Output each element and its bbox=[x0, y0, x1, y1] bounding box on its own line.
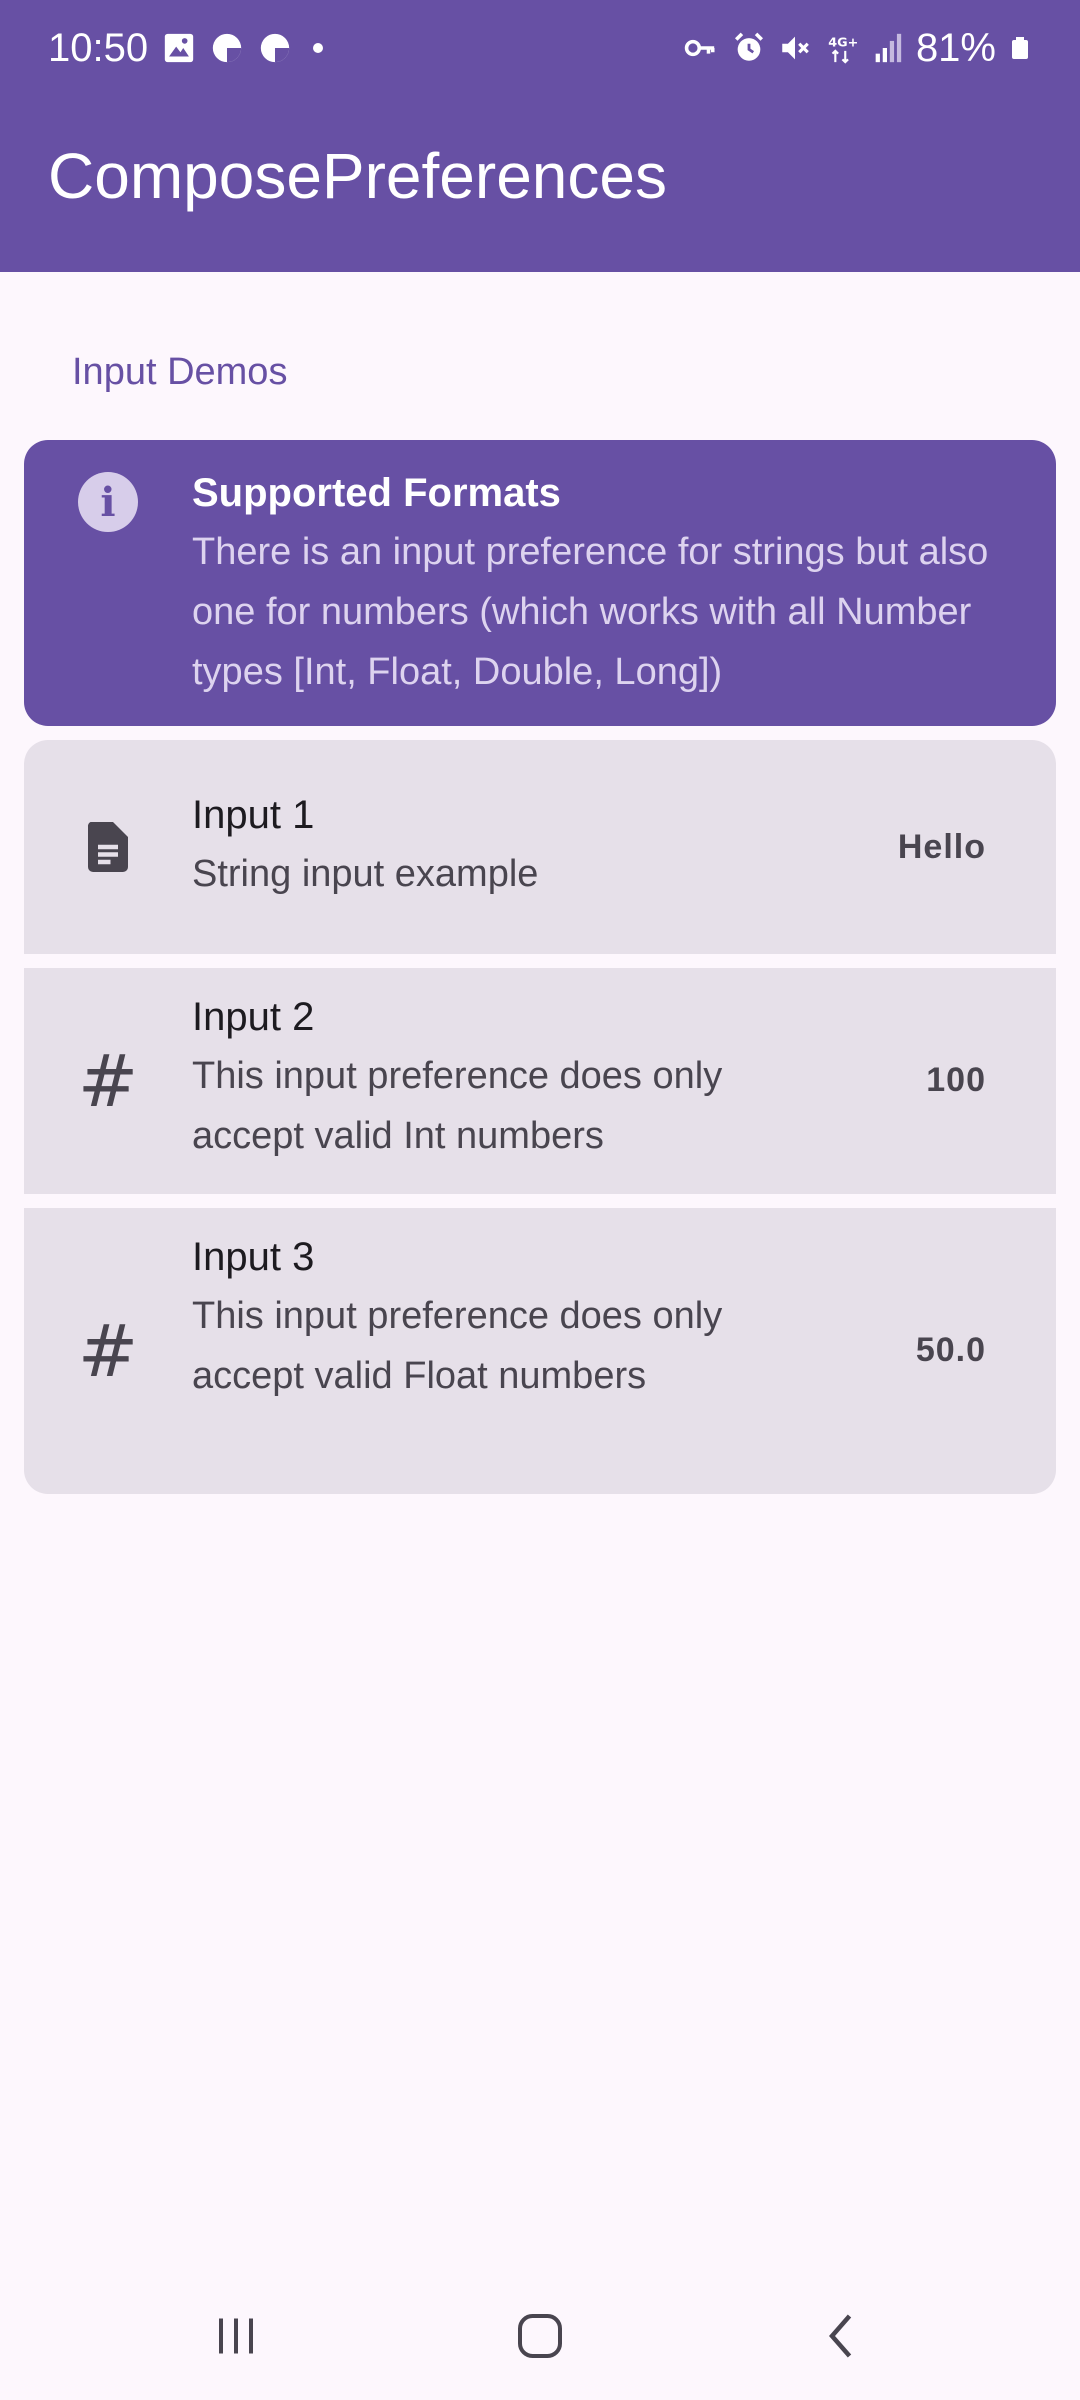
home-icon bbox=[518, 2314, 562, 2358]
preference-input-1[interactable]: Input 1 String input example Hello bbox=[24, 740, 1056, 954]
top-app-bar: ComposePreferences bbox=[0, 96, 1080, 272]
preference-title: Input 3 bbox=[192, 1235, 315, 1279]
mute-icon bbox=[782, 36, 809, 60]
svg-text:4G+: 4G+ bbox=[828, 36, 858, 51]
preference-input-2[interactable]: # Input 2 This input preference does onl… bbox=[24, 968, 1056, 1194]
info-card-title: Supported Formats bbox=[192, 471, 561, 515]
preference-value: 50.0 bbox=[915, 1331, 986, 1369]
pie-app-icon bbox=[212, 33, 242, 63]
vpn-key-icon bbox=[684, 39, 715, 57]
preference-value: 100 bbox=[926, 1061, 986, 1099]
home-button[interactable] bbox=[480, 2296, 600, 2376]
battery-percentage: 81% bbox=[915, 26, 996, 70]
status-time: 10:50 bbox=[48, 26, 149, 70]
info-icon: i bbox=[78, 472, 138, 532]
recents-icon bbox=[219, 2318, 253, 2354]
status-left-icons bbox=[162, 30, 330, 66]
preference-value: Hello bbox=[897, 828, 986, 866]
preference-summary: String input example bbox=[192, 853, 539, 895]
back-icon bbox=[829, 2314, 852, 2358]
preference-title: Input 2 bbox=[192, 995, 315, 1039]
pie-app-icon bbox=[260, 33, 290, 63]
signal-icon bbox=[875, 33, 902, 63]
info-card-text: There is an input preference for strings… bbox=[192, 531, 989, 693]
document-icon bbox=[78, 817, 138, 877]
dot-icon bbox=[313, 43, 323, 53]
recents-button[interactable] bbox=[176, 2296, 296, 2376]
battery-icon bbox=[1012, 37, 1028, 59]
network-4g-icon: 4G+ bbox=[828, 36, 858, 64]
info-card: i Supported Formats There is an input pr… bbox=[24, 440, 1056, 726]
hash-icon: # bbox=[77, 1309, 139, 1393]
preference-summary: This input preference does only accept v… bbox=[192, 1295, 723, 1397]
hash-icon: # bbox=[77, 1039, 139, 1123]
preference-input-3[interactable]: # Input 3 This input preference does onl… bbox=[24, 1208, 1056, 1494]
back-button[interactable] bbox=[782, 2296, 902, 2376]
preference-list: Input 1 String input example Hello # Inp… bbox=[24, 740, 1056, 1494]
section-header: Input Demos bbox=[72, 351, 288, 393]
gallery-icon bbox=[164, 33, 194, 63]
app-title: ComposePreferences bbox=[48, 140, 667, 212]
status-bar: 10:50 4G+ 81% bbox=[0, 0, 1080, 96]
navigation-bar bbox=[0, 2260, 1080, 2400]
status-right-icons: 4G+ 81% bbox=[680, 24, 1032, 72]
preference-summary: This input preference does only accept v… bbox=[192, 1055, 723, 1157]
preference-title: Input 1 bbox=[192, 793, 315, 837]
alarm-icon bbox=[734, 32, 763, 61]
